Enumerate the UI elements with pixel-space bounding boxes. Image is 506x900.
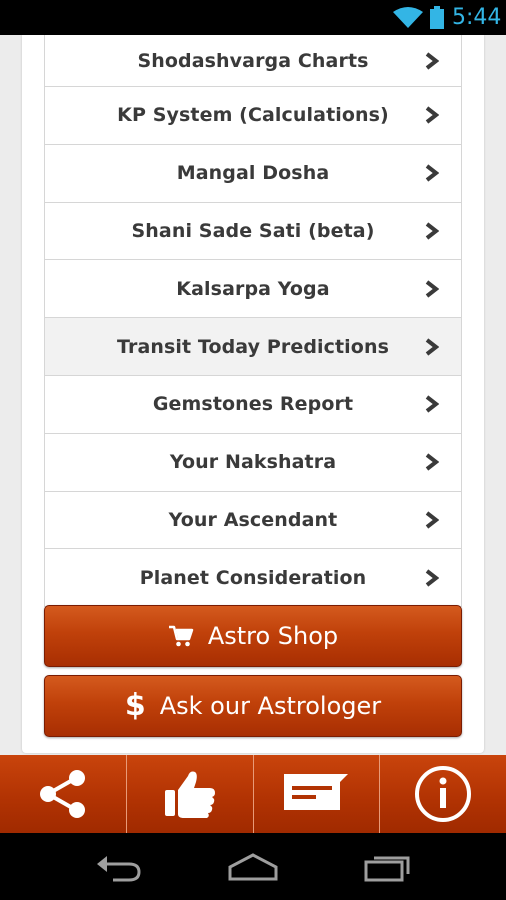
home-button[interactable] [223, 847, 283, 887]
thumbs-up-icon [164, 771, 215, 818]
chevron-right-icon [425, 569, 439, 587]
back-button[interactable] [88, 847, 148, 887]
chevron-right-icon [425, 280, 439, 298]
info-button[interactable] [380, 755, 506, 833]
home-icon [228, 852, 278, 880]
menu-item-gemstones-report[interactable]: Gemstones Report [44, 375, 462, 434]
chevron-right-icon [425, 51, 439, 70]
cart-icon [168, 624, 194, 648]
ask-astrologer-button[interactable]: $ Ask our Astrologer [44, 675, 462, 737]
bottom-tab-bar [0, 755, 506, 833]
menu-item-label: KP System (Calculations) [117, 104, 389, 127]
system-nav-bar [0, 833, 506, 900]
status-time: 5:44 [452, 5, 502, 30]
menu-item-planet-consideration[interactable]: Planet Consideration [44, 549, 462, 608]
chevron-right-icon [425, 164, 439, 182]
back-icon [96, 855, 141, 881]
menu-list: Shodashvarga Charts KP System (Calculati… [44, 35, 462, 608]
status-bar: 5:44 [0, 0, 506, 35]
menu-item-transit-today-predictions[interactable]: Transit Today Predictions [44, 318, 462, 376]
battery-icon [430, 6, 444, 29]
menu-item-your-ascendant[interactable]: Your Ascendant [44, 491, 462, 550]
menu-item-kalsarpa-yoga[interactable]: Kalsarpa Yoga [44, 260, 462, 319]
menu-item-label: Shani Sade Sati (beta) [131, 219, 375, 242]
menu-item-label: Transit Today Predictions [117, 335, 389, 358]
astro-shop-label: Astro Shop [207, 622, 339, 650]
menu-item-label: Your Ascendant [168, 508, 338, 531]
chevron-right-icon [425, 395, 439, 413]
menu-item-label: Kalsarpa Yoga [176, 277, 330, 300]
menu-item-kp-system[interactable]: KP System (Calculations) [44, 87, 462, 145]
menu-item-label: Planet Consideration [139, 566, 367, 589]
menu-item-label: Shodashvarga Charts [137, 49, 369, 72]
chevron-right-icon [425, 337, 439, 356]
chevron-right-icon [425, 511, 439, 529]
feedback-button[interactable] [254, 755, 381, 833]
recent-apps-button[interactable] [358, 847, 418, 887]
menu-item-mangal-dosha[interactable]: Mangal Dosha [44, 144, 462, 203]
chevron-right-icon [425, 106, 439, 124]
chevron-right-icon [425, 222, 439, 240]
like-button[interactable] [127, 755, 254, 833]
ask-astrologer-label: Ask our Astrologer [159, 692, 382, 720]
dollar-icon: $ [124, 688, 146, 723]
share-icon [39, 770, 85, 818]
menu-item-your-nakshatra[interactable]: Your Nakshatra [44, 433, 462, 492]
chevron-right-icon [425, 453, 439, 471]
message-icon [284, 774, 349, 810]
recent-apps-icon [364, 856, 410, 881]
info-icon [415, 766, 472, 822]
share-button[interactable] [0, 755, 127, 833]
menu-item-label: Your Nakshatra [169, 451, 337, 474]
menu-item-shodashvarga-charts[interactable]: Shodashvarga Charts [44, 35, 462, 87]
menu-item-shani-sade-sati[interactable]: Shani Sade Sati (beta) [44, 202, 462, 261]
menu-item-label: Gemstones Report [152, 393, 354, 416]
menu-item-label: Mangal Dosha [176, 162, 330, 185]
wifi-icon [393, 7, 423, 28]
astro-shop-button[interactable]: Astro Shop [44, 605, 462, 667]
